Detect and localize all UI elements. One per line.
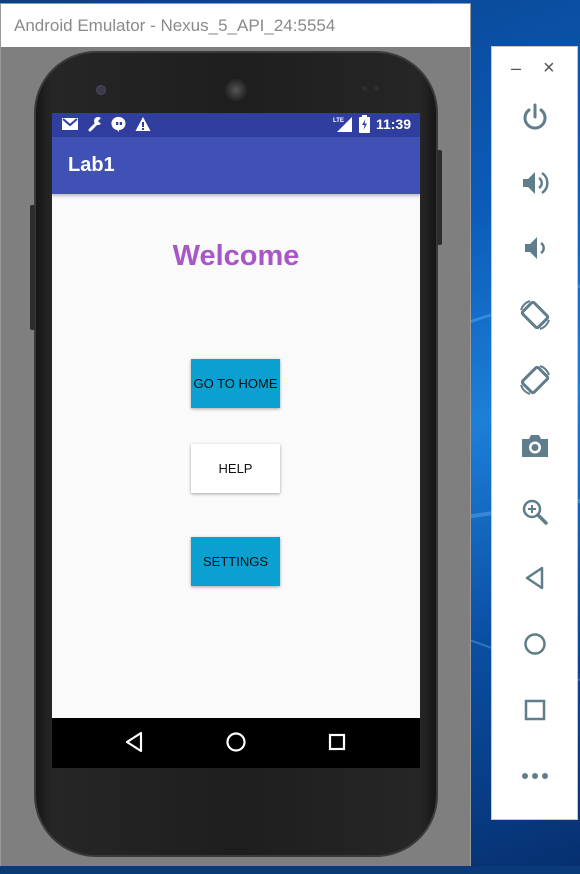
rotate-right-icon [520,365,550,395]
welcome-heading: Welcome [172,240,300,272]
settings-button[interactable]: SETTINGS [191,537,280,586]
wrench-icon [88,117,103,132]
volume-down-button[interactable] [516,229,554,267]
android-nav-bar [52,718,420,768]
warning-icon [135,117,151,131]
volume-down-icon [525,237,545,259]
power-button[interactable] [516,99,554,137]
app-action-bar: Lab1 [52,137,420,194]
rotate-left-button[interactable] [516,296,554,334]
more-icon [522,773,548,779]
side-overview-button[interactable] [516,691,554,729]
back-icon [525,566,544,590]
sensor-dot [374,86,379,91]
phone-power-key [437,150,442,245]
more-button[interactable] [516,757,554,795]
home-icon[interactable] [225,731,247,753]
lte-label: LTE [333,118,344,124]
emulator-toolbar: – × [491,46,578,820]
phone-volume-rocker [30,205,35,330]
battery-charging-icon [358,115,370,133]
power-icon [523,103,547,130]
rotate-right-button[interactable] [516,361,554,399]
device-screen: LTE 11:39 Lab1 Welcome GO TO HOME HELP S… [52,113,420,768]
sensor-dot [362,86,367,91]
screenshot-button[interactable] [516,427,554,465]
volume-up-icon [523,171,549,195]
back-icon[interactable] [124,731,144,753]
help-button[interactable]: HELP [191,444,280,493]
camera-icon [522,435,548,457]
window-title: Android Emulator - Nexus_5_API_24:5554 [1,4,470,47]
side-home-button[interactable] [516,625,554,663]
lte-signal-icon: LTE [333,117,352,132]
close-button[interactable]: × [543,58,555,78]
status-time: 11:39 [375,116,411,132]
go-to-home-button[interactable]: GO TO HOME [191,359,280,408]
status-bar: LTE 11:39 [52,113,420,137]
earpiece-speaker [225,79,247,101]
zoom-icon [522,499,548,525]
zoom-button[interactable] [516,493,554,531]
overview-icon [524,699,546,721]
rotate-left-icon [520,300,550,330]
gmail-icon [62,118,78,130]
app-title: Lab1 [68,154,115,176]
volume-up-button[interactable] [516,164,554,202]
side-back-button[interactable] [516,559,554,597]
front-camera [96,85,106,95]
minimize-button[interactable]: – [511,59,521,77]
hangouts-icon [111,116,126,132]
recents-icon[interactable] [328,733,346,751]
desktop-taskbar-edge [0,866,580,874]
home-icon [524,633,546,655]
